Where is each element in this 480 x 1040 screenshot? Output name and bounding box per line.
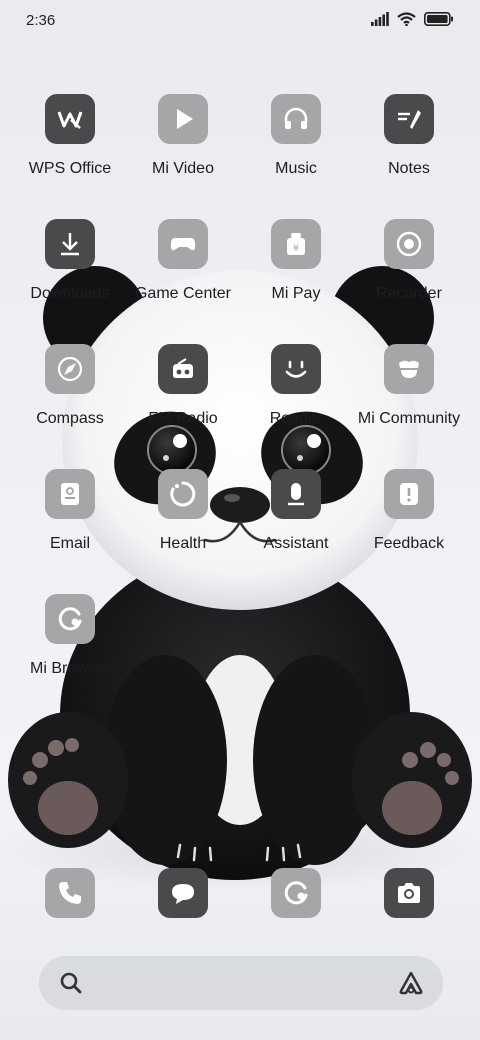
app-mi-video[interactable]: Mi Video xyxy=(127,94,239,204)
app-label: Mi Browser xyxy=(29,660,110,677)
app-label: Downloads xyxy=(30,285,110,302)
dock-messages[interactable] xyxy=(158,868,208,918)
status-icons xyxy=(371,12,454,31)
battery-icon xyxy=(424,12,454,31)
app-label: FM Radio xyxy=(148,410,218,427)
svg-text:¥: ¥ xyxy=(293,244,299,254)
messages-icon xyxy=(172,884,194,904)
dock-browser[interactable] xyxy=(271,868,321,918)
app-recorder[interactable]: Recorder xyxy=(353,219,465,329)
app-downloads[interactable]: Downloads xyxy=(14,219,126,329)
ai-assistant-icon[interactable] xyxy=(397,969,425,997)
app-notes[interactable]: Notes xyxy=(353,94,465,204)
assistant-icon xyxy=(271,469,321,519)
app-mi-community[interactable]: Mi Community xyxy=(353,344,465,454)
phone-icon xyxy=(59,882,81,904)
app-fm-radio[interactable]: FM Radio xyxy=(127,344,239,454)
headphones-icon xyxy=(271,94,321,144)
app-label: Email xyxy=(49,535,90,552)
app-label: Feedback xyxy=(373,535,445,552)
search-bar[interactable] xyxy=(39,956,443,1010)
status-time: 2:36 xyxy=(26,12,56,29)
app-label: Recorder xyxy=(376,285,442,302)
play-icon xyxy=(158,94,208,144)
app-label: Assistant xyxy=(263,535,329,552)
app-reader[interactable]: Reader xyxy=(240,344,352,454)
app-label: Game Center xyxy=(134,285,232,302)
app-label: Mi Pay xyxy=(271,285,321,302)
app-email[interactable]: Email xyxy=(14,469,126,579)
wallet-icon: ¥ xyxy=(271,219,321,269)
app-label: Health xyxy=(159,535,207,552)
app-health[interactable]: Health xyxy=(127,469,239,579)
app-mi-browser[interactable]: Mi Browser xyxy=(14,594,126,704)
compass-icon xyxy=(45,344,95,394)
app-assistant[interactable]: Assistant xyxy=(240,469,352,579)
app-mi-pay[interactable]: ¥ Mi Pay xyxy=(240,219,352,329)
app-label: WPS Office xyxy=(28,160,112,177)
app-label: Reader xyxy=(269,410,323,427)
email-icon xyxy=(45,469,95,519)
community-icon xyxy=(384,344,434,394)
search-icon[interactable] xyxy=(59,971,83,995)
app-music[interactable]: Music xyxy=(240,94,352,204)
notes-pen-icon xyxy=(384,94,434,144)
app-game-center[interactable]: Game Center xyxy=(127,219,239,329)
radio-icon xyxy=(158,344,208,394)
smile-icon xyxy=(271,344,321,394)
dock-phone[interactable] xyxy=(45,868,95,918)
browser-icon xyxy=(284,881,308,905)
dock-camera[interactable] xyxy=(384,868,434,918)
app-label: Mi Community xyxy=(357,410,461,427)
feedback-icon xyxy=(384,469,434,519)
app-label: Compass xyxy=(36,410,104,427)
app-label: Music xyxy=(275,160,317,177)
app-feedback[interactable]: Feedback xyxy=(353,469,465,579)
health-ring-icon xyxy=(158,469,208,519)
app-label: Mi Video xyxy=(152,160,214,177)
signal-icon xyxy=(371,12,389,31)
app-label: Notes xyxy=(388,160,430,177)
download-icon xyxy=(45,219,95,269)
app-compass[interactable]: Compass xyxy=(14,344,126,454)
status-bar: 2:36 xyxy=(0,0,480,40)
camera-icon xyxy=(398,883,420,903)
gamepad-icon xyxy=(158,219,208,269)
record-icon xyxy=(384,219,434,269)
browser-icon xyxy=(45,594,95,644)
app-wps-office[interactable]: WPS Office xyxy=(14,94,126,204)
wifi-icon xyxy=(397,12,416,31)
wps-office-icon xyxy=(45,94,95,144)
